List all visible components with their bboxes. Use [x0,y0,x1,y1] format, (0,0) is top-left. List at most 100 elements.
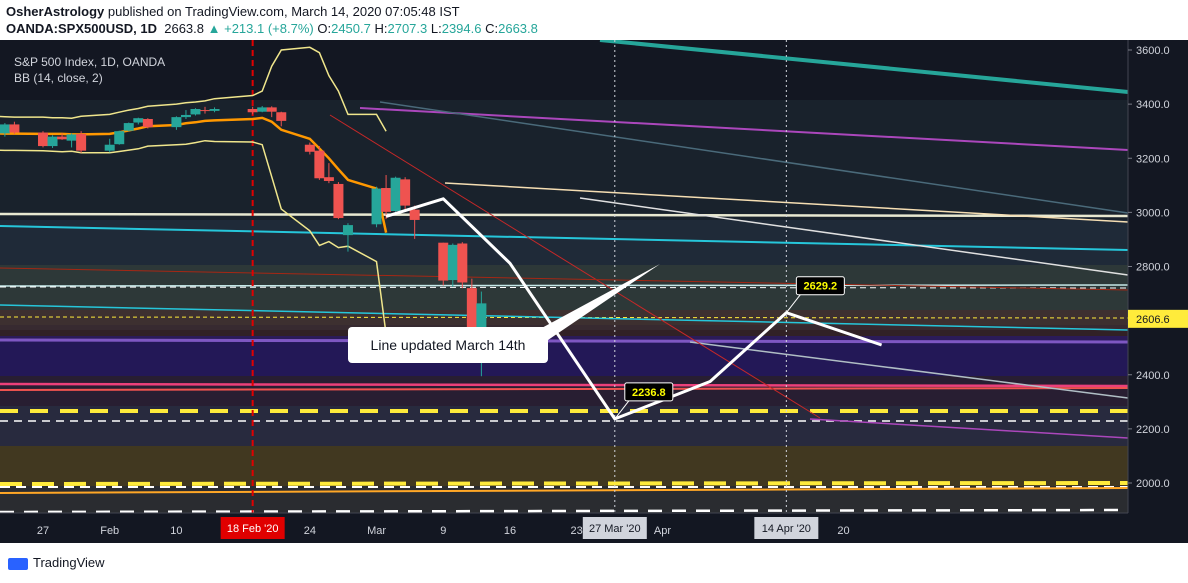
price-tick-label: 2400.0 [1136,370,1170,382]
shaded-zone [0,446,1128,486]
time-tick-label: 10 [170,525,182,537]
candle[interactable] [333,182,344,220]
candle-body [438,242,449,281]
candle-body [314,150,325,179]
candle-body [200,110,211,112]
candle[interactable] [390,176,401,212]
candle-body [390,177,401,212]
price-tick-label: 3400.0 [1136,99,1170,111]
candle-body [381,188,392,212]
candle[interactable] [142,118,153,129]
publisher-name[interactable]: OsherAstrology [6,4,104,19]
footer-bar: TradingView [0,543,1188,583]
candle-body [114,131,125,145]
price-chart[interactable]: 2236.82629.22000.02200.02400.02600.02800… [0,40,1188,543]
high-value: 2707.3 [387,21,428,36]
candle-body [371,188,382,225]
time-tick-label: Feb [100,525,119,537]
candle[interactable] [38,131,48,148]
candle-body [209,108,220,111]
candle[interactable] [114,130,125,145]
candle[interactable] [314,146,325,180]
candle-body [400,179,411,206]
price-tick-label: 2800.0 [1136,262,1170,274]
candle-body [266,107,277,112]
candle-body [38,132,48,147]
tradingview-logo[interactable]: TradingView [8,555,105,570]
low-value: 2394.6 [441,21,482,36]
candle-body [457,243,468,283]
price-marker-label: 2236.8 [632,387,666,399]
candle[interactable] [371,186,382,228]
candle-body [171,117,182,128]
publish-header: OsherAstrology published on TradingView.… [0,0,1188,40]
price-tick-label: 3000.0 [1136,207,1170,219]
time-tick-label: Apr [654,525,671,537]
time-tick-label: 16 [504,525,516,537]
candle-body [257,107,268,112]
candle-body [304,144,315,152]
date-badge-label: 27 Mar '20 [589,523,641,535]
candle-body [180,114,191,118]
price-tick-label: 3200.0 [1136,153,1170,165]
candle-body [142,119,153,128]
candle-body [123,123,134,131]
chart-legend: S&P 500 Index, 1D, OANDA BB (14, close, … [14,54,165,86]
candle[interactable] [47,135,58,148]
candle-body [0,124,10,134]
candle-body [104,144,115,151]
candle-body [47,136,58,147]
candle-body [409,209,420,220]
low-label: L: [430,21,442,36]
open-value: 2450.7 [331,21,371,36]
price-tick-label: 3600.0 [1136,45,1170,57]
annotation-callout[interactable]: Line updated March 14th [348,327,548,363]
candle[interactable] [190,108,201,116]
candle-body [66,134,77,141]
tradingview-icon [8,557,28,570]
legend-title[interactable]: S&P 500 Index, 1D, OANDA [14,54,165,70]
background-layer [0,40,1188,543]
price-axis: 2000.02200.02400.02600.02800.03000.03200… [1127,40,1188,513]
price-marker-label: 2629.2 [804,281,838,293]
candle-body [133,118,144,123]
high-label: H: [374,21,388,36]
shaded-zone [0,100,1128,220]
candle-body [247,108,258,113]
logo-text: TradingView [33,555,105,570]
candle-body [190,108,201,115]
candle-body [76,133,87,151]
legend-indicator[interactable]: BB (14, close, 2) [14,70,165,86]
price-change: ▲ +213.1 (+8.7%) [207,21,314,36]
price-tick-label: 2200.0 [1136,424,1170,436]
date-badge-label: 18 Feb '20 [227,523,279,535]
candle-body [9,124,20,133]
axis-price-badge-label: 2606.6 [1136,314,1170,326]
time-axis: 27 Feb 10 24 Mar 9 16 23 Apr 20 18 Feb '20 27 Mar '… [0,512,1188,543]
shaded-zone [0,406,1128,446]
time-tick-label: 9 [440,525,446,537]
publish-line: OsherAstrology published on TradingView.… [6,4,460,19]
drawing-line [0,284,1129,287]
time-tick-label: Mar [367,525,386,537]
close-label: C: [485,21,499,36]
time-tick-label: 24 [304,525,316,537]
price-tick-label: 2000.0 [1136,478,1170,490]
time-tick-label: 20 [837,525,849,537]
candle[interactable] [123,122,134,132]
candle-body [323,177,334,181]
published-text: published on TradingView.com, March 14, … [107,4,460,19]
time-tick-label: 23 [571,525,583,537]
ohlc-line: OANDA:SPX500USD, 1D 2663.8 ▲ +213.1 (+8.… [6,21,538,36]
candle[interactable] [457,242,468,289]
symbol-label: OANDA:SPX500USD, 1D [6,21,157,36]
candle-body [57,136,68,140]
open-label: O: [317,21,332,36]
candle[interactable] [438,242,449,286]
close-value: 2663.8 [498,21,538,36]
last-price: 2663.8 [164,21,204,36]
candle[interactable] [76,131,87,153]
candle-body [333,183,344,219]
candle-body [276,112,287,121]
time-tick-label: 27 [37,525,49,537]
